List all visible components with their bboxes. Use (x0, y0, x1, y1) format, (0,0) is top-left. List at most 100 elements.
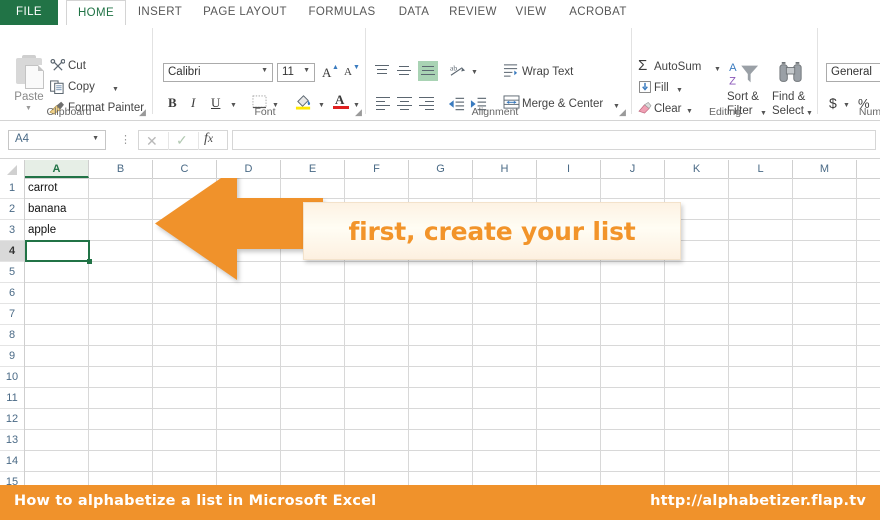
column-header-k[interactable]: K (665, 160, 729, 178)
cell-a2[interactable]: banana (25, 199, 90, 220)
align-middle-icon[interactable] (396, 63, 414, 79)
sort-filter-button-label-line1[interactable]: Sort & (727, 91, 759, 103)
fill-handle[interactable] (87, 259, 92, 264)
scissors-icon[interactable] (50, 59, 65, 72)
autosum-caret-icon[interactable]: ▼ (714, 66, 721, 73)
formula-input[interactable] (232, 130, 876, 150)
currency-format-button[interactable]: $ (829, 95, 837, 111)
fill-color-caret-icon[interactable]: ▼ (318, 102, 325, 109)
row-header-14[interactable]: 14 (0, 451, 24, 472)
row-header-13[interactable]: 13 (0, 430, 24, 451)
find-select-button-label-line1[interactable]: Find & (772, 91, 805, 103)
column-header-m[interactable]: M (793, 160, 857, 178)
orientation-caret-icon[interactable]: ▼ (471, 69, 478, 76)
wrap-text-icon[interactable] (503, 63, 519, 78)
column-header-l[interactable]: L (729, 160, 793, 178)
cancel-x-icon[interactable]: ✕ (146, 133, 158, 150)
row-header-8[interactable]: 8 (0, 325, 24, 346)
column-header-f[interactable]: F (345, 160, 409, 178)
row-header-15[interactable]: 15 (0, 472, 24, 485)
font-color-icon[interactable]: A (333, 92, 350, 110)
increase-font-size-button[interactable]: A ▲ (321, 63, 339, 82)
insert-function-fx-icon[interactable]: fx (204, 131, 213, 147)
align-left-icon[interactable] (374, 97, 392, 111)
row-header-1[interactable]: 1 (0, 178, 24, 199)
column-header-i[interactable]: I (537, 160, 601, 178)
column-header-g[interactable]: G (409, 160, 473, 178)
tab-page-layout[interactable]: PAGE LAYOUT (195, 0, 295, 25)
find-select-button-label-line2[interactable]: Select (772, 105, 804, 117)
tab-acrobat[interactable]: ACROBAT (559, 0, 637, 25)
column-header-c[interactable]: C (153, 160, 217, 178)
sigma-icon[interactable]: Σ (638, 58, 647, 73)
fill-button-label[interactable]: Fill (654, 82, 669, 94)
copy-dropdown-caret-icon[interactable]: ▼ (112, 86, 119, 93)
align-right-icon[interactable] (418, 97, 436, 111)
autosum-button-label[interactable]: AutoSum (654, 61, 701, 73)
font-name-caret-icon[interactable]: ▼ (261, 67, 268, 74)
tab-insert[interactable]: INSERT (131, 0, 189, 25)
active-cell-selection-a4[interactable] (25, 240, 90, 262)
font-name-input[interactable]: Calibri ▼ (163, 63, 273, 82)
bold-button[interactable]: B (168, 95, 177, 111)
name-box[interactable]: A4 ▼ (8, 130, 106, 150)
tab-view[interactable]: VIEW (508, 0, 554, 25)
wrap-text-button-label[interactable]: Wrap Text (522, 66, 573, 78)
row-header-1-label: 1 (8, 182, 16, 194)
cell-a3[interactable]: apple (25, 220, 90, 241)
find-select-caret-icon[interactable]: ▼ (806, 110, 813, 117)
align-bottom-icon[interactable] (418, 61, 438, 81)
copy-icon[interactable] (50, 80, 65, 94)
cut-button-label[interactable]: Cut (68, 60, 86, 72)
select-all-button[interactable] (0, 160, 25, 178)
clipboard-dialog-launcher-icon[interactable]: ◢ (139, 108, 148, 117)
row-header-10[interactable]: 10 (0, 367, 24, 388)
row-header-6[interactable]: 6 (0, 283, 24, 304)
row-header-9[interactable]: 9 (0, 346, 24, 367)
tab-file[interactable]: FILE (0, 0, 58, 25)
column-header-a[interactable]: A (25, 160, 89, 178)
decrease-font-size-button[interactable]: A ▼ (343, 63, 361, 82)
row-header-4[interactable]: 4 (0, 241, 24, 262)
font-dialog-launcher-icon[interactable]: ◢ (355, 108, 364, 117)
row-header-3[interactable]: 3 (0, 220, 24, 241)
font-size-caret-icon[interactable]: ▼ (303, 67, 310, 74)
binoculars-icon[interactable] (778, 62, 804, 86)
sort-az-filter-icon[interactable]: A Z (729, 60, 761, 88)
column-header-j[interactable]: J (601, 160, 665, 178)
fill-caret-icon[interactable]: ▼ (676, 87, 683, 94)
clear-button-label[interactable]: Clear (654, 103, 681, 115)
cell-a1[interactable]: carrot (25, 178, 90, 199)
eraser-icon[interactable] (638, 102, 652, 114)
column-header-e[interactable]: E (281, 160, 345, 178)
paste-icon[interactable] (14, 55, 44, 89)
text-orientation-icon[interactable]: ab (450, 63, 467, 79)
row-header-12[interactable]: 12 (0, 409, 24, 430)
italic-button[interactable]: I (191, 95, 195, 111)
align-center-icon[interactable] (396, 97, 414, 111)
formula-bar-handle[interactable]: ⋮ (120, 133, 131, 146)
column-header-n-partial[interactable] (857, 160, 880, 178)
enter-check-icon[interactable]: ✓ (176, 132, 188, 149)
cell-area[interactable]: carrot banana apple first, create your l… (25, 178, 880, 485)
font-size-input[interactable]: 11 ▼ (277, 63, 315, 82)
align-top-icon[interactable] (374, 63, 392, 79)
fill-down-icon[interactable] (639, 81, 651, 93)
tab-home[interactable]: HOME (66, 0, 126, 25)
alignment-dialog-launcher-icon[interactable]: ◢ (619, 108, 628, 117)
row-header-7[interactable]: 7 (0, 304, 24, 325)
number-format-input[interactable]: General (826, 63, 880, 82)
footer-url[interactable]: http://alphabetizer.flap.tv (650, 493, 866, 509)
paste-button-label[interactable]: Paste (8, 91, 50, 103)
tab-review[interactable]: REVIEW (443, 0, 503, 25)
column-header-d[interactable]: D (217, 160, 281, 178)
row-header-5[interactable]: 5 (0, 262, 24, 283)
column-header-b[interactable]: B (89, 160, 153, 178)
copy-button-label[interactable]: Copy (68, 81, 95, 93)
column-header-h[interactable]: H (473, 160, 537, 178)
name-box-caret-icon[interactable]: ▼ (92, 135, 99, 142)
tab-formulas[interactable]: FORMULAS (300, 0, 384, 25)
tab-data[interactable]: DATA (390, 0, 438, 25)
row-header-11[interactable]: 11 (0, 388, 24, 409)
row-header-2[interactable]: 2 (0, 199, 24, 220)
